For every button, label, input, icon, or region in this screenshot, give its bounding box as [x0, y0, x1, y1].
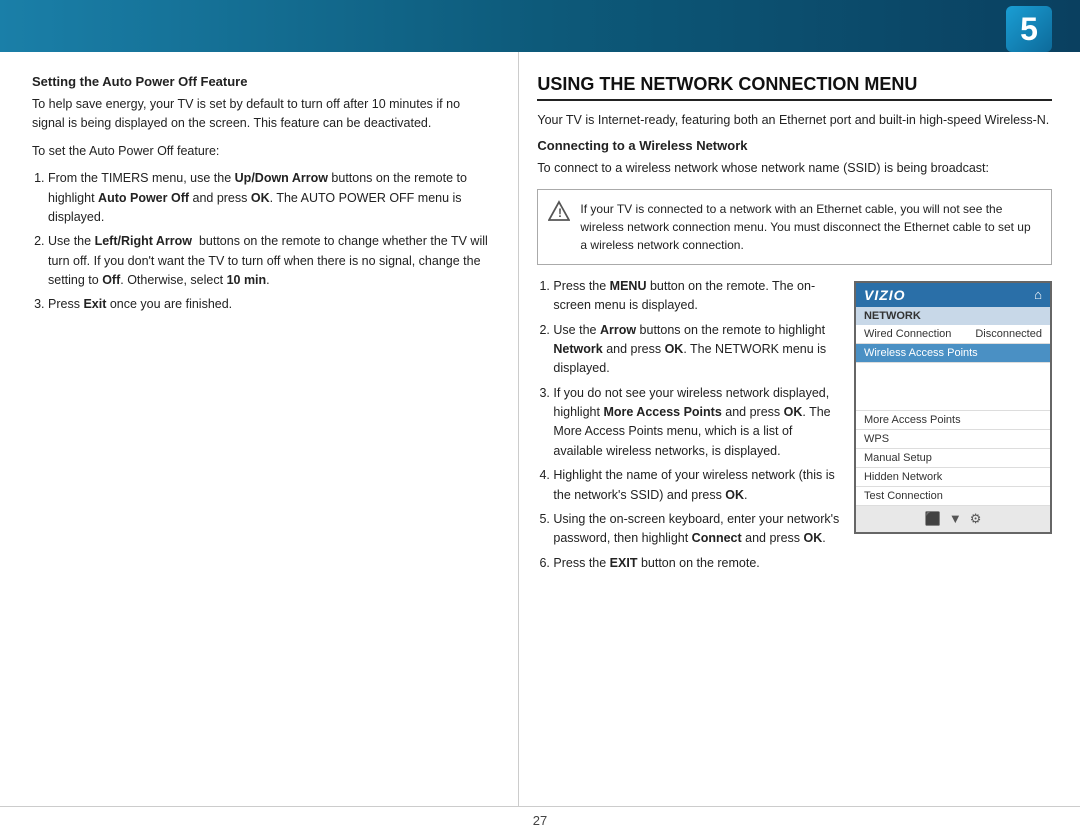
- footer-page-number: 27: [533, 813, 547, 828]
- page-number-badge: 5: [1006, 6, 1052, 52]
- section1-body1: To help save energy, your TV is set by d…: [32, 95, 494, 134]
- tv-bottom-bar: ⬛ ▼ ⚙: [856, 506, 1050, 532]
- home-icon: ⌂: [1034, 287, 1042, 302]
- tv-spacer: [856, 363, 1050, 411]
- tv-wired-label: Wired Connection: [864, 328, 951, 340]
- warning-text: If your TV is connected to a network wit…: [580, 202, 1030, 252]
- right-column: USING THE NETWORK CONNECTION MENU Your T…: [518, 52, 1080, 806]
- tv-manual-setup: Manual Setup: [856, 449, 1050, 468]
- tv-wired-status: Disconnected: [975, 328, 1042, 340]
- warning-box: ! If your TV is connected to a network w…: [537, 189, 1052, 265]
- tv-wps: WPS: [856, 430, 1050, 449]
- vizio-logo: VIZIO: [864, 287, 906, 303]
- list-item-3: Press Exit once you are finished.: [48, 295, 494, 314]
- tv-wireless-row: Wireless Access Points: [856, 344, 1050, 363]
- tv-test-connection: Test Connection: [856, 487, 1050, 506]
- tv-hidden-network: Hidden Network: [856, 468, 1050, 487]
- warning-icon: !: [548, 200, 570, 222]
- tv-icon-settings: ⚙: [970, 511, 982, 527]
- tv-wireless-label: Wireless Access Points: [864, 347, 978, 359]
- page-footer: 27: [0, 806, 1080, 834]
- subsection-heading: Connecting to a Wireless Network: [537, 138, 1052, 153]
- tv-network-bar: NETWORK: [856, 307, 1050, 325]
- left-column: Setting the Auto Power Off Feature To he…: [0, 52, 518, 806]
- step-6: Press the EXIT button on the remote.: [553, 554, 1052, 573]
- right-intro: Your TV is Internet-ready, featuring bot…: [537, 111, 1052, 130]
- right-heading: USING THE NETWORK CONNECTION MENU: [537, 74, 1052, 101]
- tv-mockup: VIZIO ⌂ NETWORK Wired Connection Disconn…: [854, 281, 1052, 534]
- tv-icon-input: ⬛: [925, 511, 941, 527]
- tv-more-access: More Access Points: [856, 411, 1050, 430]
- svg-text:!: !: [558, 206, 562, 220]
- tv-wired-row: Wired Connection Disconnected: [856, 325, 1050, 344]
- tv-icon-down: ▼: [949, 511, 962, 526]
- main-content: Setting the Auto Power Off Feature To he…: [0, 52, 1080, 806]
- section1-heading: Setting the Auto Power Off Feature: [32, 74, 494, 89]
- list-item-1: From the TIMERS menu, use the Up/Down Ar…: [48, 169, 494, 227]
- section1-body2: To set the Auto Power Off feature:: [32, 142, 494, 161]
- section1-list: From the TIMERS menu, use the Up/Down Ar…: [32, 169, 494, 315]
- list-item-2: Use the Left/Right Arrow buttons on the …: [48, 232, 494, 290]
- subsection-intro: To connect to a wireless network whose n…: [537, 159, 1052, 178]
- tv-header: VIZIO ⌂: [856, 283, 1050, 307]
- top-gradient-bar: [0, 0, 1080, 52]
